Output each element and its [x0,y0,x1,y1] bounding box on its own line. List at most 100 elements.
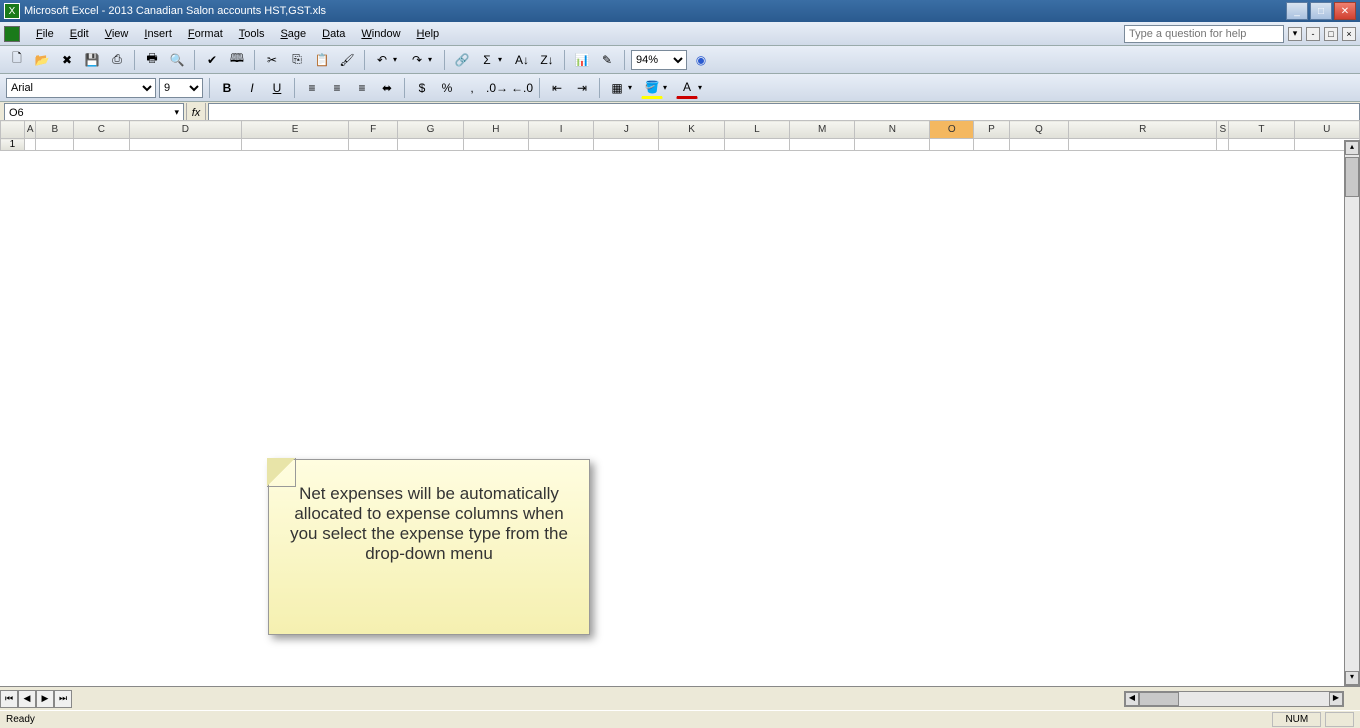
hscroll-left-icon[interactable]: ◀ [1125,692,1139,706]
save-icon[interactable]: 💾 [81,49,103,71]
menu-edit[interactable]: Edit [62,25,97,43]
column-header-B[interactable]: B [36,121,74,139]
tab-nav-last-icon[interactable]: ⏭ [54,690,72,708]
cell[interactable] [1069,139,1217,151]
increase-decimal-icon[interactable]: .0→ [486,77,508,99]
decrease-decimal-icon[interactable]: ←.0 [511,77,533,99]
comma-icon[interactable]: , [461,77,483,99]
select-all-corner[interactable] [1,121,25,139]
doc-close-button[interactable]: × [1342,27,1356,41]
font-color-icon[interactable]: A [676,77,698,99]
print-preview-icon[interactable]: 🔍 [166,49,188,71]
cell[interactable] [74,139,129,151]
column-header-L[interactable]: L [724,121,789,139]
cell[interactable] [790,139,855,151]
vertical-scrollbar[interactable]: ▴ ▾ [1344,140,1360,686]
doc-minimize-button[interactable]: - [1306,27,1320,41]
help-dropdown-icon[interactable]: ▾ [1288,27,1302,41]
autosum-icon[interactable]: Σ [476,49,498,71]
help-search-input[interactable] [1124,25,1284,43]
column-header-T[interactable]: T [1229,121,1294,139]
research-icon[interactable]: 🕮 [226,49,248,71]
zoom-combo[interactable]: 94% [631,50,687,70]
paste-icon[interactable]: 📋 [311,49,333,71]
spreadsheet-grid[interactable]: ABCDEFGHIJKLMNOPQRSTU 1 [0,120,1360,686]
row-header[interactable]: 1 [1,139,25,151]
cell[interactable] [1009,139,1068,151]
underline-icon[interactable]: U [266,77,288,99]
column-header-D[interactable]: D [129,121,242,139]
close-file-icon[interactable]: ✖ [56,49,78,71]
column-header-K[interactable]: K [659,121,724,139]
cut-icon[interactable]: ✂ [261,49,283,71]
menu-file[interactable]: File [28,25,62,43]
column-header-C[interactable]: C [74,121,129,139]
align-center-icon[interactable]: ≡ [326,77,348,99]
column-header-O[interactable]: O [930,121,974,139]
scroll-down-icon[interactable]: ▾ [1345,671,1359,685]
column-header-Q[interactable]: Q [1009,121,1068,139]
redo-dropdown-icon[interactable]: ▾ [428,55,438,64]
cell[interactable] [463,139,528,151]
cell[interactable] [930,139,974,151]
hyperlink-icon[interactable]: 🔗 [451,49,473,71]
merge-center-icon[interactable]: ⬌ [376,77,398,99]
column-header-N[interactable]: N [855,121,930,139]
cell[interactable] [659,139,724,151]
cell[interactable] [1229,139,1294,151]
cell[interactable] [129,139,242,151]
chart-icon[interactable]: 📊 [571,49,593,71]
menu-window[interactable]: Window [353,25,408,43]
help-icon[interactable]: ◉ [690,49,712,71]
cell[interactable] [36,139,74,151]
cell[interactable] [24,139,36,151]
column-header-I[interactable]: I [529,121,594,139]
borders-dropdown-icon[interactable]: ▾ [628,83,638,92]
menu-view[interactable]: View [97,25,137,43]
open-icon[interactable]: 📂 [31,49,53,71]
bold-icon[interactable]: B [216,77,238,99]
cell[interactable] [348,139,397,151]
fill-color-icon[interactable]: 🪣 [641,77,663,99]
new-icon[interactable]: 🗋 [6,49,28,71]
column-header-H[interactable]: H [463,121,528,139]
horizontal-scrollbar[interactable]: ◀ ▶ [1124,691,1344,707]
align-left-icon[interactable]: ≡ [301,77,323,99]
menu-insert[interactable]: Insert [136,25,180,43]
column-header-R[interactable]: R [1069,121,1217,139]
cell[interactable] [398,139,463,151]
hscroll-right-icon[interactable]: ▶ [1329,692,1343,706]
name-box-dropdown-icon[interactable]: ▾ [174,107,179,118]
spellcheck-icon[interactable]: ✔ [201,49,223,71]
menu-tools[interactable]: Tools [231,25,273,43]
undo-dropdown-icon[interactable]: ▾ [393,55,403,64]
doc-restore-button[interactable]: □ [1324,27,1338,41]
tab-nav-first-icon[interactable]: ⏮ [0,690,18,708]
scroll-up-icon[interactable]: ▴ [1345,141,1359,155]
drawing-icon[interactable]: ✎ [596,49,618,71]
increase-indent-icon[interactable]: ⇥ [571,77,593,99]
column-header-E[interactable]: E [242,121,349,139]
tab-nav-next-icon[interactable]: ▶ [36,690,54,708]
menu-data[interactable]: Data [314,25,353,43]
undo-icon[interactable]: ↶ [371,49,393,71]
column-header-S[interactable]: S [1217,121,1229,139]
column-header-M[interactable]: M [790,121,855,139]
print-icon[interactable]: 🖶 [141,49,163,71]
column-header-P[interactable]: P [974,121,1010,139]
close-button[interactable]: ✕ [1334,2,1356,20]
currency-icon[interactable]: $ [411,77,433,99]
column-header-F[interactable]: F [348,121,397,139]
tab-nav-prev-icon[interactable]: ◀ [18,690,36,708]
decrease-indent-icon[interactable]: ⇤ [546,77,568,99]
maximize-button[interactable]: □ [1310,2,1332,20]
column-header-A[interactable]: A [24,121,36,139]
italic-icon[interactable]: I [241,77,263,99]
font-color-dropdown-icon[interactable]: ▾ [698,83,708,92]
copy-icon[interactable]: ⎘ [286,49,308,71]
save-all-icon[interactable]: ⎙ [106,49,128,71]
menu-sage[interactable]: Sage [272,25,314,43]
menu-help[interactable]: Help [409,25,448,43]
font-size-combo[interactable]: 9 [159,78,203,98]
percent-icon[interactable]: % [436,77,458,99]
